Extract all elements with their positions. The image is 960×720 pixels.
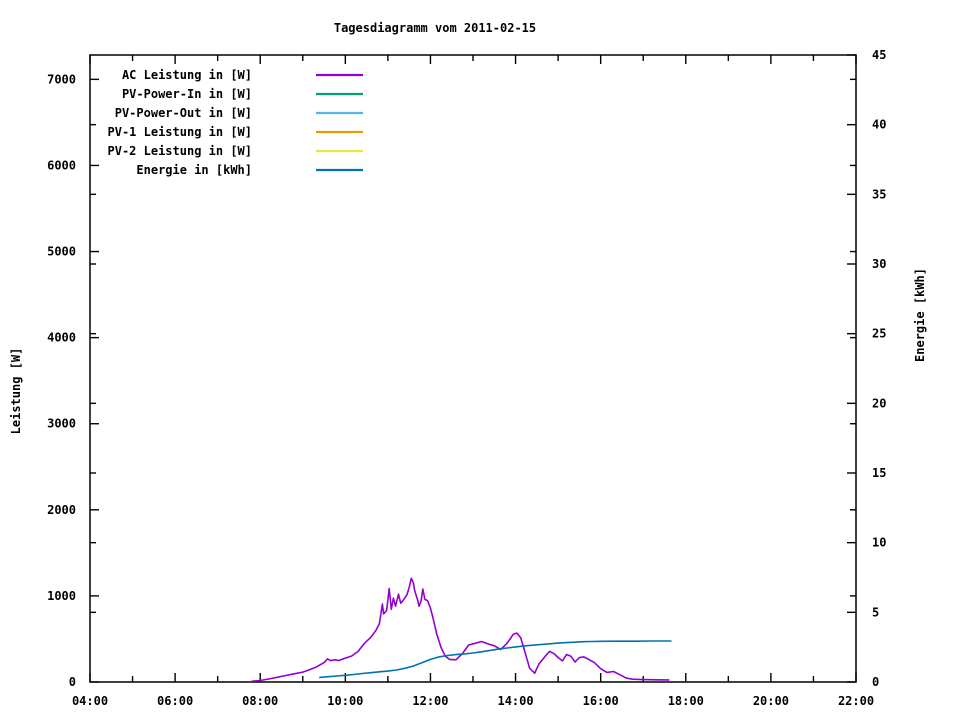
y2-tick-label: 20 [872,396,886,410]
y-tick-label: 3000 [47,417,76,431]
series-curves [252,578,671,681]
y2-tick-label: 35 [872,187,886,201]
x-tick-label: 08:00 [242,694,278,708]
x-axis-tick-labels: 04:00 06:00 08:00 10:00 12:00 14:00 16:00 18:00… [72,694,874,708]
legend: AC Leistung in [W] PV-Power-In in [W] PV-P… [108,68,364,177]
x-tick-label: 18:00 [668,694,704,708]
x-tick-label: 04:00 [72,694,108,708]
y-tick-label: 1000 [47,589,76,603]
y-axis-ticks [90,79,99,682]
legend-item: Energie in [kWh] [136,163,363,177]
legend-label: AC Leistung in [W] [122,68,252,82]
x-tick-label: 12:00 [412,694,448,708]
y2-tick-label: 5 [872,605,879,619]
y2-axis-tick-labels: 0 5 10 15 20 25 30 35 40 45 [872,48,886,689]
series-curve-0 [252,578,669,681]
legend-item: PV-1 Leistung in [W] [108,125,364,139]
x-tick-label: 20:00 [753,694,789,708]
y2-axis-ticks [847,55,856,682]
legend-item: PV-Power-Out in [W] [115,106,363,120]
y-tick-label: 2000 [47,503,76,517]
y-tick-label: 4000 [47,331,76,345]
x-tick-label: 10:00 [327,694,363,708]
legend-label: PV-Power-Out in [W] [115,106,252,120]
y2-tick-label: 0 [872,675,879,689]
legend-label: PV-2 Leistung in [W] [108,144,253,158]
legend-item: PV-Power-In in [W] [122,87,363,101]
y-tick-label: 6000 [47,158,76,172]
y-tick-label: 7000 [47,72,76,86]
y2-tick-label: 25 [872,327,886,341]
legend-label: PV-Power-In in [W] [122,87,252,101]
y2-tick-label: 40 [872,118,886,132]
x-tick-label: 06:00 [157,694,193,708]
legend-item: PV-2 Leistung in [W] [108,144,364,158]
y2-tick-label: 45 [872,48,886,62]
legend-item: AC Leistung in [W] [122,68,363,82]
y2-tick-label: 15 [872,466,886,480]
x-tick-label: 16:00 [583,694,619,708]
x-tick-label: 22:00 [838,694,874,708]
y-axis-tick-labels: 0 1000 2000 3000 4000 5000 6000 7000 [47,72,76,689]
y-tick-label: 0 [69,675,76,689]
legend-label: PV-1 Leistung in [W] [108,125,253,139]
plot-area: 04:00 06:00 08:00 10:00 12:00 14:00 16:00 18:00… [0,0,960,720]
y-tick-label: 5000 [47,245,76,259]
chart-canvas: Tagesdiagramm vom 2011-02-15 Leistung [W… [0,0,960,720]
legend-label: Energie in [kWh] [136,163,252,177]
y2-tick-label: 10 [872,536,886,550]
x-tick-label: 14:00 [497,694,533,708]
y2-tick-label: 30 [872,257,886,271]
